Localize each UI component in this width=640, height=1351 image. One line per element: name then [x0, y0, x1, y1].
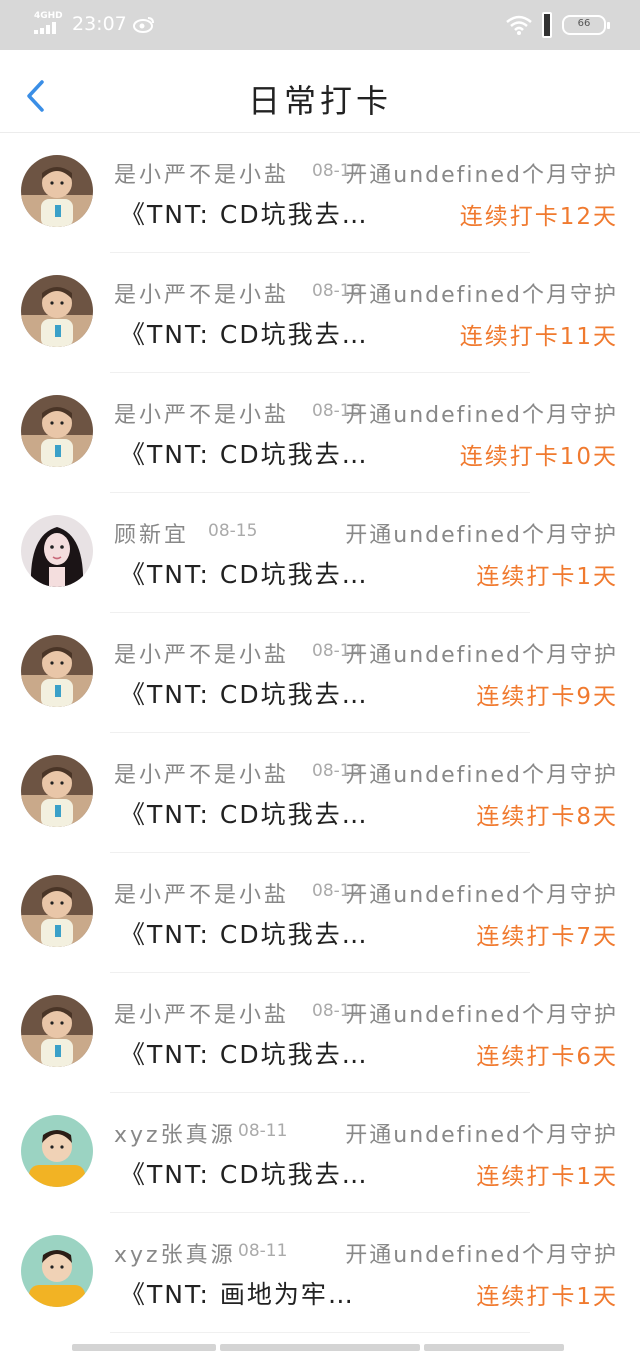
list-item[interactable]: xyz张真源 08-11 开通undefined个月守护《TNT: CD坑我去… 连续… [0, 1093, 640, 1213]
guard-status: 开通undefined个月守护 [345, 523, 618, 548]
streak-count: 连续打卡10天 [459, 444, 618, 470]
checkin-list: 是小严不是小盐 08-17 开通undefined个月守护 《TNT: CD坑我去… 连… [0, 133, 640, 1333]
status-right: 66 [506, 12, 610, 38]
list-item[interactable]: xyz张真源 08-11 开通undefined个月守护《TNT: 画地为牢… 连续打… [0, 1213, 640, 1333]
status-bar: 4GHD 23:07 66 [0, 0, 640, 50]
avatar[interactable] [21, 1235, 93, 1307]
avatar[interactable] [21, 155, 93, 227]
user-name[interactable]: 是小严不是小盐 [114, 877, 289, 909]
avatar[interactable] [21, 875, 93, 947]
guard-status: 开通undefined个月守护 [345, 763, 618, 788]
list-item[interactable]: 是小严不是小盐 08-14 开通undefined个月守护 《TNT: CD坑我去… 连… [0, 613, 640, 733]
list-item[interactable]: 是小严不是小盐 08-16 开通undefined个月守护 《TNT: CD坑我去… 连… [0, 253, 640, 373]
avatar[interactable] [21, 395, 93, 467]
streak-count: 连续打卡11天 [459, 324, 618, 350]
avatar[interactable] [21, 755, 93, 827]
signal-icon: 4GHD [34, 11, 63, 36]
avatar[interactable] [21, 275, 93, 347]
clock: 23:07 [72, 13, 127, 35]
user-name[interactable]: 是小严不是小盐 [114, 997, 289, 1029]
checkin-date: 08-11 [238, 1121, 288, 1141]
battery-icon: 66 [562, 15, 610, 35]
song-title[interactable]: 《TNT: CD坑我去… [120, 1035, 369, 1071]
user-name[interactable]: 是小严不是小盐 [114, 757, 289, 789]
guard-status: 开通undefined个月守护 [345, 1123, 618, 1148]
streak-count: 连续打卡1天 [476, 564, 618, 590]
status-left: 4GHD 23:07 [34, 12, 155, 36]
user-name[interactable]: 顾新宜 [114, 517, 189, 549]
avatar[interactable] [21, 995, 93, 1067]
list-item[interactable]: 是小严不是小盐 08-17 开通undefined个月守护 《TNT: CD坑我去… 连… [0, 133, 640, 253]
user-name[interactable]: 是小严不是小盐 [114, 397, 289, 429]
song-title[interactable]: 《TNT: CD坑我去… [120, 555, 369, 591]
weibo-icon [132, 17, 154, 33]
song-title[interactable]: 《TNT: CD坑我去… [120, 195, 369, 231]
song-title[interactable]: 《TNT: CD坑我去… [120, 675, 369, 711]
streak-count: 连续打卡7天 [476, 924, 618, 950]
user-name[interactable]: 是小严不是小盐 [114, 637, 289, 669]
page-title: 日常打卡 [247, 82, 392, 120]
nav-bar: 日常打卡 [0, 50, 640, 133]
streak-count: 连续打卡8天 [476, 804, 618, 830]
next-row-peek [0, 1344, 640, 1351]
song-title[interactable]: 《TNT: CD坑我去… [120, 915, 369, 951]
guard-status: 开通undefined个月守护 [345, 1243, 618, 1268]
row-divider [110, 1332, 530, 1333]
checkin-date: 08-15 [208, 521, 258, 541]
guard-status: 开通undefined个月守护 [345, 883, 618, 908]
streak-count: 连续打卡1天 [476, 1284, 618, 1310]
song-title[interactable]: 《TNT: CD坑我去… [120, 435, 369, 471]
checkin-date: 08-11 [238, 1241, 288, 1261]
streak-count: 连续打卡1天 [476, 1164, 618, 1190]
sim-icon [542, 12, 552, 38]
network-type: 4GHD [34, 11, 63, 21]
battery-level: 66 [577, 18, 591, 29]
song-title[interactable]: 《TNT: CD坑我去… [120, 315, 369, 351]
guard-status: 开通undefined个月守护 [345, 1003, 618, 1028]
list-item[interactable]: 是小严不是小盐 08-13 开通undefined个月守护 《TNT: CD坑我去… 连… [0, 733, 640, 853]
user-name[interactable]: xyz张真源 [114, 1237, 236, 1269]
guard-status: 开通undefined个月守护 [345, 643, 618, 668]
song-title[interactable]: 《TNT: CD坑我去… [120, 795, 369, 831]
streak-count: 连续打卡9天 [476, 684, 618, 710]
avatar[interactable] [21, 515, 93, 587]
list-item[interactable]: 是小严不是小盐 08-11 开通undefined个月守护 《TNT: CD坑我去… 连… [0, 973, 640, 1093]
guard-status: 开通undefined个月守护 [345, 163, 618, 188]
streak-count: 连续打卡6天 [476, 1044, 618, 1070]
song-title[interactable]: 《TNT: 画地为牢… [120, 1275, 355, 1311]
user-name[interactable]: 是小严不是小盐 [114, 157, 289, 189]
list-item[interactable]: 是小严不是小盐 08-15 开通undefined个月守护 《TNT: CD坑我去… 连… [0, 373, 640, 493]
guard-status: 开通undefined个月守护 [345, 283, 618, 308]
avatar[interactable] [21, 635, 93, 707]
user-name[interactable]: xyz张真源 [114, 1117, 236, 1149]
list-item[interactable]: 是小严不是小盐 08-12 开通undefined个月守护 《TNT: CD坑我去… 连… [0, 853, 640, 973]
streak-count: 连续打卡12天 [459, 204, 618, 230]
user-name[interactable]: 是小严不是小盐 [114, 277, 289, 309]
list-item[interactable]: 顾新宜 08-15 开通undefined个月守护《TNT: CD坑我去… 连续打卡1… [0, 493, 640, 613]
wifi-icon [506, 15, 532, 35]
avatar[interactable] [21, 1115, 93, 1187]
song-title[interactable]: 《TNT: CD坑我去… [120, 1155, 369, 1191]
guard-status: 开通undefined个月守护 [345, 403, 618, 428]
